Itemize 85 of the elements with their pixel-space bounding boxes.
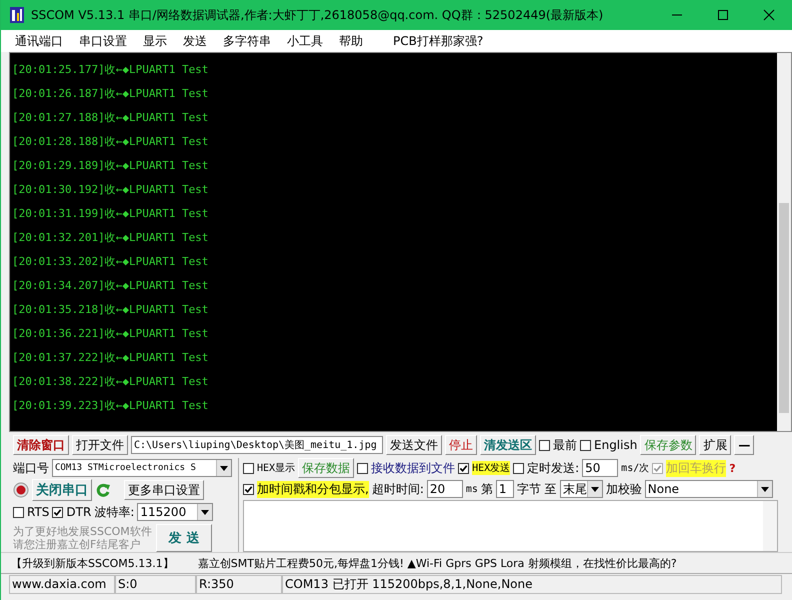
checkbox[interactable] bbox=[513, 462, 524, 474]
log-line: [20:01:32.201]收←◆LPUART1 Test bbox=[12, 230, 210, 246]
timestamp-label: 加时间戳和分包显示, bbox=[257, 480, 369, 498]
register-note: 为了更好地发展SSCOM软件 请您注册嘉立创F结尾客户 bbox=[13, 525, 153, 551]
menu-item[interactable]: 帮助 bbox=[331, 32, 371, 50]
collapse-button[interactable]: — bbox=[734, 435, 754, 455]
status-cell: www.daxia.com bbox=[9, 574, 115, 594]
status-cell: COM13 已打开 115200bps,8,1,None,None bbox=[282, 574, 782, 594]
window-title: SSCOM V5.13.1 串口/网络数据调试器,作者:大虾丁丁,2618058@qq.com. QQ群：52502449(最新版本) bbox=[31, 6, 604, 24]
send-file-button[interactable]: 发送文件 bbox=[386, 435, 442, 455]
interval-field[interactable]: 50 bbox=[582, 459, 618, 477]
interval-unit-label: ms/次 bbox=[621, 462, 650, 475]
open-file-button[interactable]: 打开文件 bbox=[72, 435, 128, 455]
log-line: [20:01:26.187]收←◆LPUART1 Test bbox=[12, 86, 210, 102]
checkbox[interactable] bbox=[52, 506, 64, 518]
help-icon[interactable]: ? bbox=[729, 462, 736, 474]
baud-rate-label: 波特率: bbox=[94, 504, 134, 520]
ad-text: 嘉立创SMT贴片工程费50元,每焊盘1分钱! ▲Wi-Fi Gprs GPS Lora 射频模组，在找性价比最高的? bbox=[198, 556, 677, 570]
topmost-label: 最前 bbox=[553, 436, 577, 454]
file-path-field[interactable]: C:\Users\liuping\Desktop\美图_meitu_1.jpg bbox=[131, 436, 383, 454]
log-line: [20:01:27.188]收←◆LPUART1 Test bbox=[12, 110, 210, 126]
log-line: [20:01:25.177]收←◆LPUART1 Test bbox=[12, 62, 210, 78]
log-line: [20:01:36.221]收←◆LPUART1 Test bbox=[12, 326, 210, 342]
byte-from-label: 第 bbox=[480, 480, 493, 498]
receive-to-file-label: 接收数据到文件 bbox=[371, 460, 456, 476]
checkbox[interactable] bbox=[13, 506, 24, 518]
app-icon bbox=[9, 6, 25, 24]
send-button[interactable]: 发 送 bbox=[156, 524, 212, 552]
log-line: [20:01:37.222]收←◆LPUART1 Test bbox=[12, 350, 210, 366]
expand-button[interactable]: 扩展 bbox=[699, 435, 732, 455]
checkbox[interactable] bbox=[243, 462, 254, 474]
checkbox[interactable] bbox=[243, 484, 254, 494]
send-input-area[interactable] bbox=[243, 500, 778, 552]
log-line: [20:01:33.202]收←◆LPUART1 Test bbox=[12, 254, 210, 270]
menu-item[interactable]: 小工具 bbox=[279, 32, 331, 50]
log-line: [20:01:34.207]收←◆LPUART1 Test bbox=[12, 278, 210, 294]
checkbox[interactable] bbox=[357, 462, 368, 474]
log-line: [20:01:28.188]收←◆LPUART1 Test bbox=[12, 134, 210, 150]
byte-from-field[interactable]: 1 bbox=[496, 480, 514, 498]
status-led-icon bbox=[13, 482, 29, 498]
baud-rate-select[interactable]: 115200 bbox=[137, 503, 214, 521]
checksum-label: 加校验 bbox=[606, 480, 642, 498]
clear-send-button[interactable]: 清发送区 bbox=[480, 435, 536, 455]
log-line: [20:01:38.222]收←◆LPUART1 Test bbox=[12, 374, 210, 390]
scrollbar[interactable] bbox=[763, 501, 777, 551]
timed-send-label: 定时发送: bbox=[527, 460, 580, 476]
stop-button[interactable]: 停止 bbox=[445, 435, 477, 455]
menu-item[interactable]: 多字符串 bbox=[215, 32, 279, 50]
add-crlf-label: 加回车换行 bbox=[666, 460, 726, 476]
checkbox[interactable] bbox=[539, 440, 550, 450]
timeout-field[interactable]: 20 bbox=[426, 480, 463, 498]
save-data-button[interactable]: 保存数据 bbox=[298, 458, 354, 478]
save-params-button[interactable]: 保存参数 bbox=[640, 435, 696, 455]
timeout-label: 超时时间: bbox=[372, 480, 424, 498]
port-select[interactable]: COM13 STMicroelectronics S bbox=[52, 459, 232, 477]
menu-item[interactable]: 发送 bbox=[175, 32, 215, 50]
checksum-select[interactable]: None bbox=[644, 480, 773, 498]
dtr-label: DTR bbox=[66, 505, 92, 519]
hex-send-label: HEX发送 bbox=[472, 461, 510, 475]
menu-item[interactable]: PCB打样那家强? bbox=[385, 32, 492, 50]
status-cell: S:0 bbox=[115, 574, 196, 594]
log-line: [20:01:35.218]收←◆LPUART1 Test bbox=[12, 302, 210, 318]
upgrade-notice: 【升级到新版本SSCOM5.13.1】 bbox=[11, 556, 174, 570]
menu-item[interactable]: 串口设置 bbox=[71, 32, 135, 50]
log-line: [20:01:39.223]收←◆LPUART1 Test bbox=[12, 398, 210, 414]
rts-label: RTS bbox=[27, 505, 50, 519]
checkbox[interactable] bbox=[580, 440, 591, 450]
log-line: [20:01:31.199]收←◆LPUART1 Test bbox=[12, 206, 210, 222]
port-label: 端口号 bbox=[13, 460, 49, 476]
refresh-icon[interactable] bbox=[95, 482, 111, 498]
menu-item[interactable]: 显示 bbox=[135, 32, 175, 50]
byte-to-label: 字节 至 bbox=[516, 480, 557, 498]
clear-window-button[interactable]: 清除窗口 bbox=[13, 435, 69, 455]
byte-to-select[interactable]: 末尾 bbox=[560, 480, 603, 498]
status-cell: R:350 bbox=[196, 574, 282, 594]
close-port-button[interactable]: 关闭串口 bbox=[32, 479, 92, 501]
more-port-settings-button[interactable]: 更多串口设置 bbox=[124, 480, 204, 500]
timeout-unit-label: ms bbox=[466, 484, 478, 494]
log-line: [20:01:30.192]收←◆LPUART1 Test bbox=[12, 182, 210, 198]
english-label: English bbox=[594, 438, 638, 452]
menu-item[interactable]: 通讯端口 bbox=[7, 32, 71, 50]
log-line: [20:01:29.189]收←◆LPUART1 Test bbox=[12, 158, 210, 174]
hex-display-label: HEX显示 bbox=[257, 462, 296, 475]
scrollbar[interactable] bbox=[777, 53, 791, 431]
checkbox[interactable] bbox=[458, 462, 470, 474]
